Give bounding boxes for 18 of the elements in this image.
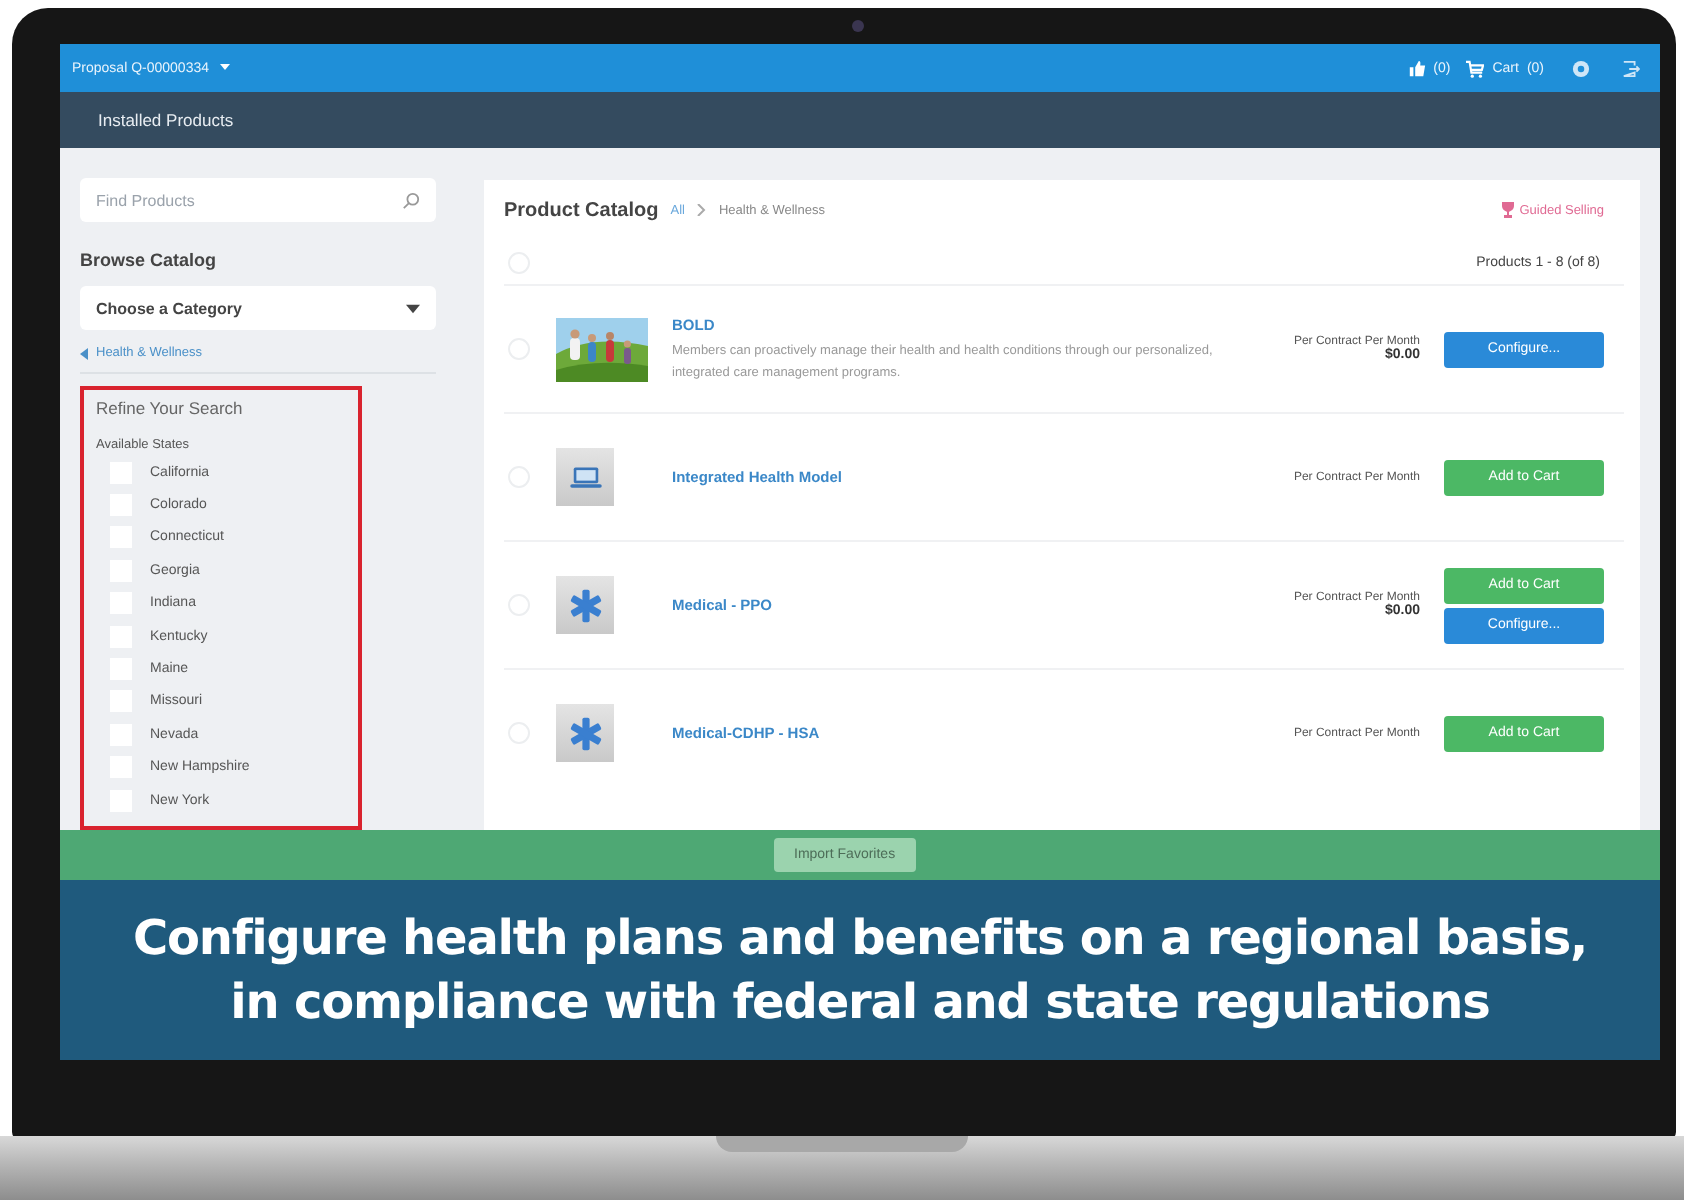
caret-icon[interactable] (406, 303, 420, 313)
laptop-icon (556, 448, 614, 506)
help-icon[interactable] (1572, 59, 1590, 77)
section-title: Browse Catalog (80, 250, 219, 270)
catalog-title: Product Catalog (504, 199, 659, 221)
chevron-icon (696, 204, 707, 216)
caption-line: in compliance with federal and state regulations (230, 974, 1490, 1030)
search-icon[interactable] (402, 191, 420, 209)
caption-line: Configure health plans and benefits on a regional basis, (132, 910, 1588, 966)
search-field[interactable]: Find Products (80, 178, 436, 222)
panel-title: Refine Your Search (96, 398, 245, 418)
trophy-icon[interactable] (1501, 202, 1514, 218)
nav-title[interactable]: Installed Products (98, 110, 234, 130)
cart-icon[interactable] (1466, 59, 1485, 77)
category-dropdown[interactable]: Choose a Category (80, 286, 436, 330)
exit-icon[interactable] (1622, 59, 1640, 77)
back-arrow-icon[interactable] (80, 347, 88, 359)
thumbs-up-icon[interactable] (1407, 59, 1426, 77)
